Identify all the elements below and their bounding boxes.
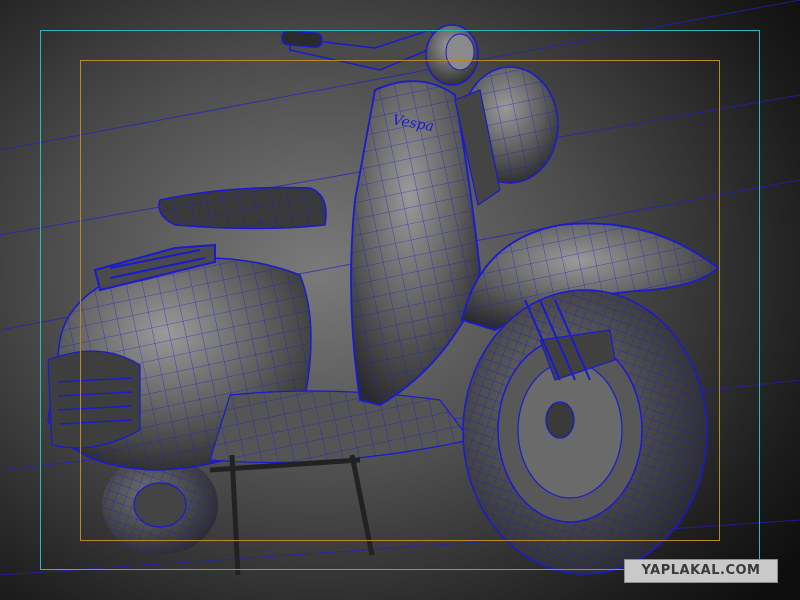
watermark: YAPLAKAL.COM — [624, 559, 778, 583]
seat — [158, 186, 327, 230]
front-wheel — [462, 289, 708, 575]
spare-cover — [454, 66, 559, 206]
floorboard — [209, 390, 472, 464]
center-stand — [209, 454, 375, 576]
leg-shield: Vespa — [350, 80, 481, 406]
scooter-render: Vespa — [0, 0, 800, 576]
headset — [281, 24, 479, 86]
render-viewport[interactable]: Vespa YAPLAKAL.COM — [0, 0, 800, 600]
